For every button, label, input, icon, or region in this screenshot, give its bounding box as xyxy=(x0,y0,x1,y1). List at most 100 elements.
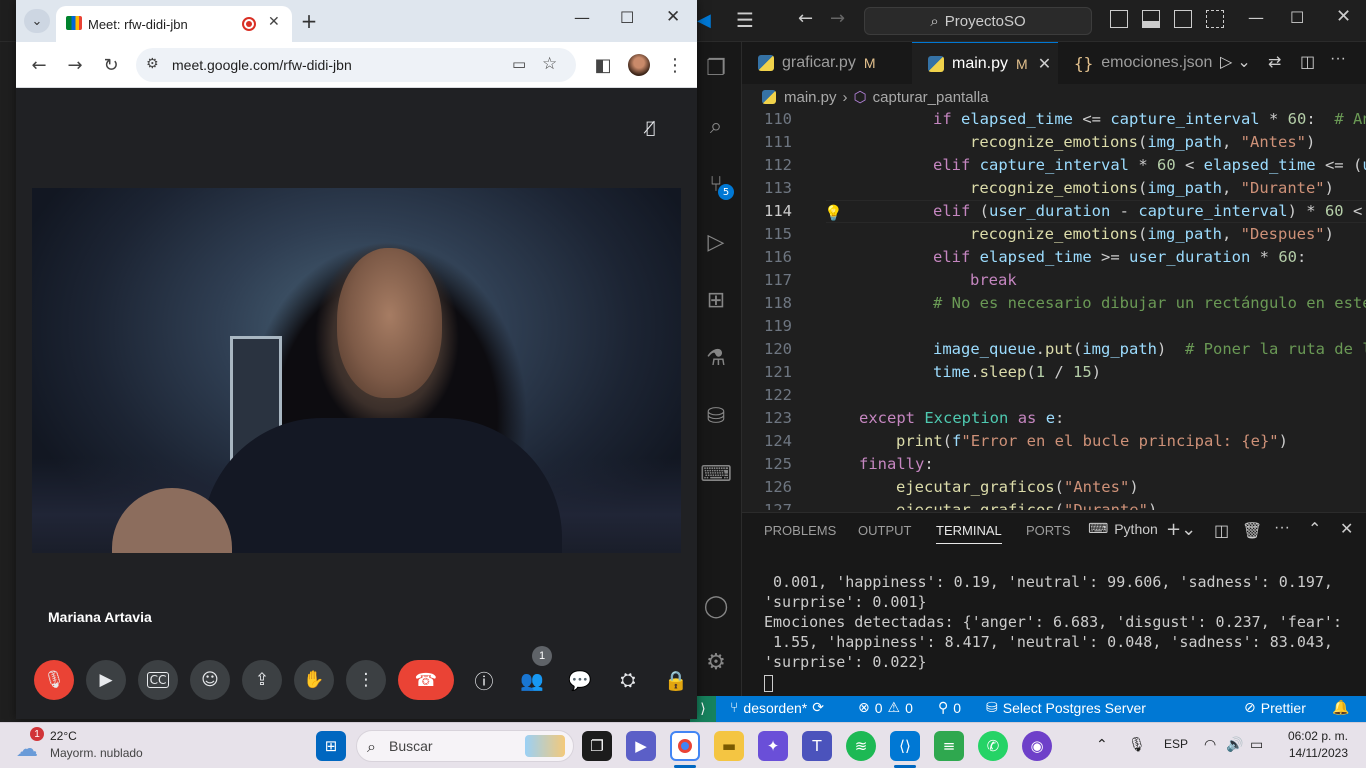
maximize-icon[interactable]: ☐ xyxy=(1290,8,1304,27)
run-debug-icon[interactable]: ▷ xyxy=(690,222,742,262)
problems-status[interactable]: ⊗ 0 ⚠ 0 xyxy=(858,700,913,716)
site-info-icon[interactable]: ⚙ xyxy=(146,56,159,72)
source-control-icon[interactable]: ⑂ 5 xyxy=(690,164,742,204)
teams-icon[interactable]: T xyxy=(802,731,832,761)
close-panel-icon[interactable]: ✕ xyxy=(1340,519,1353,538)
reload-icon[interactable]: ↻ xyxy=(98,52,124,78)
microphone-icon[interactable]: 🎙 xyxy=(1128,737,1146,753)
leave-call-button[interactable]: ☎ xyxy=(398,660,454,700)
minimize-icon[interactable]: — xyxy=(1248,8,1264,27)
meet-tab[interactable]: Meet: rfw-didi-jbn ✕ xyxy=(56,6,292,42)
tray-expand-icon[interactable]: ⌃ xyxy=(1096,737,1108,753)
meeting-info-button[interactable]: ⓘ xyxy=(464,660,504,700)
postgres-status[interactable]: ⛁ Select Postgres Server xyxy=(986,700,1146,716)
menu-icon[interactable]: ☰ xyxy=(736,8,754,32)
microphone-off-button[interactable]: 🎙 xyxy=(34,660,74,700)
clock-date[interactable]: 14/11/2023 xyxy=(1284,746,1348,760)
trash-icon[interactable]: 🗑 xyxy=(1242,521,1262,540)
minimize-icon[interactable]: — xyxy=(574,8,590,27)
run-python-icon[interactable]: ▷ ⌄ xyxy=(1220,52,1251,71)
terminal-icon[interactable]: ⌨ xyxy=(690,454,742,494)
back-arrow-icon[interactable]: ← xyxy=(26,52,52,78)
tab-output[interactable]: OUTPUT xyxy=(858,523,911,538)
battery-icon[interactable]: ▭ xyxy=(1250,737,1263,753)
terminal-cursor[interactable] xyxy=(764,675,773,692)
database-icon[interactable]: ⛁ xyxy=(690,396,742,436)
clock-time[interactable]: 06:02 p. m. xyxy=(1284,729,1348,743)
close-tab-icon[interactable]: ✕ xyxy=(268,14,280,30)
prettier-status[interactable]: ⊘ Prettier xyxy=(1244,700,1306,716)
vscode-app-icon[interactable]: ⟨⟩ xyxy=(890,731,920,761)
weather-widget[interactable]: ☁ 1 xyxy=(14,727,48,762)
compare-changes-icon[interactable]: ⇄ xyxy=(1268,52,1281,71)
close-tab-icon[interactable]: ✕ xyxy=(1038,54,1051,73)
tab-terminal[interactable]: TERMINAL xyxy=(936,523,1002,544)
bookmark-star-icon[interactable]: ☆ xyxy=(542,54,557,74)
reactions-button[interactable]: ☺ xyxy=(190,660,230,700)
more-actions-icon[interactable]: ··· xyxy=(1330,50,1346,68)
customize-layout-icon[interactable] xyxy=(1206,10,1224,28)
captions-button[interactable]: CC xyxy=(138,660,178,700)
chrome-app-icon[interactable] xyxy=(670,731,700,761)
notifications-bell-icon[interactable]: 🔔 xyxy=(1332,700,1349,716)
address-bar[interactable]: ⚙ meet.google.com/rfw-didi-jbn ▭ ☆ xyxy=(136,48,576,82)
camera-in-use-icon[interactable]: ▭ xyxy=(512,55,526,73)
terminal-shell-selector[interactable]: ⌨ Python xyxy=(1088,521,1158,537)
search-icon[interactable]: ⌕ xyxy=(690,106,742,146)
activities-button[interactable]: ⛭ xyxy=(608,660,648,700)
people-button[interactable]: 👥 xyxy=(512,660,552,700)
toggle-secondary-sidebar-icon[interactable] xyxy=(1174,10,1192,28)
back-arrow-icon[interactable]: ← xyxy=(798,8,813,29)
close-icon[interactable]: ✕ xyxy=(1336,6,1351,27)
wifi-icon[interactable]: ◠ xyxy=(1204,737,1216,753)
ports-status[interactable]: ⚲ 0 xyxy=(938,700,961,716)
tab-emociones[interactable]: {} emociones.json xyxy=(1058,42,1212,84)
chat-button[interactable]: 💬 xyxy=(560,660,600,700)
start-button[interactable]: ⊞ xyxy=(316,731,346,761)
tab-ports[interactable]: PORTS xyxy=(1026,523,1071,538)
accounts-icon[interactable]: ◯ xyxy=(690,586,742,626)
forward-arrow-icon[interactable]: → xyxy=(62,52,88,78)
whatsapp-icon[interactable]: ✆ xyxy=(978,731,1008,761)
command-center-search[interactable]: ⌕ ProyectoSO xyxy=(864,7,1092,35)
camera-button[interactable]: ▶ xyxy=(86,660,126,700)
more-menu-icon[interactable]: ⋮ xyxy=(662,52,688,78)
new-terminal-icon[interactable]: +⌄ xyxy=(1166,519,1196,540)
tab-problems[interactable]: PROBLEMS xyxy=(764,523,836,538)
split-editor-icon[interactable]: ◫ xyxy=(1300,52,1315,71)
maximize-icon[interactable]: ☐ xyxy=(620,8,634,27)
close-icon[interactable]: ✕ xyxy=(666,7,680,27)
new-tab-icon[interactable]: + xyxy=(296,8,322,34)
forward-arrow-icon[interactable]: → xyxy=(830,8,845,29)
tab-main[interactable]: main.py M ✕ xyxy=(912,42,1058,84)
teams-chat-icon[interactable]: ▶ xyxy=(626,731,656,761)
breadcrumb-file[interactable]: main.py xyxy=(784,89,837,106)
more-options-button[interactable]: ⋮ xyxy=(346,660,386,700)
explorer-icon[interactable]: ❐ xyxy=(690,48,742,88)
tab-graficar[interactable]: graficar.py M xyxy=(742,42,912,84)
tab-search-icon[interactable]: ⌄ xyxy=(24,9,50,33)
present-button[interactable]: ⇪ xyxy=(242,660,282,700)
github-icon[interactable]: ◉ xyxy=(1022,731,1052,761)
side-panel-icon[interactable]: ◧ xyxy=(590,52,616,78)
toggle-primary-sidebar-icon[interactable] xyxy=(1110,10,1128,28)
profile-avatar[interactable] xyxy=(628,54,650,76)
testing-icon[interactable]: ⚗ xyxy=(690,338,742,378)
host-controls-button[interactable]: 🔒 xyxy=(656,660,696,700)
taskbar-search[interactable]: ⌕ Buscar xyxy=(356,730,574,762)
task-view-icon[interactable]: ❐ xyxy=(582,731,612,761)
raise-hand-button[interactable]: ✋ xyxy=(294,660,334,700)
copilot-icon[interactable]: ✦ xyxy=(758,731,788,761)
participant-video[interactable] xyxy=(32,188,681,553)
breadcrumb-symbol[interactable]: capturar_pantalla xyxy=(873,89,989,106)
maximize-panel-icon[interactable]: ⌃ xyxy=(1308,519,1321,538)
split-terminal-icon[interactable]: ◫ xyxy=(1214,521,1229,540)
more-actions-icon[interactable]: ··· xyxy=(1274,519,1290,537)
code-editor[interactable]: 💡 110 if elapsed_time <= capture_interval… xyxy=(742,108,1366,510)
toggle-panel-icon[interactable] xyxy=(1142,10,1160,28)
settings-gear-icon[interactable]: ⚙ xyxy=(690,642,742,682)
spotify-icon[interactable]: ≋ xyxy=(846,731,876,761)
file-explorer-icon[interactable]: ▬ xyxy=(714,731,744,761)
input-language[interactable]: ESP xyxy=(1164,737,1188,751)
volume-icon[interactable]: 🔊 xyxy=(1226,737,1243,753)
